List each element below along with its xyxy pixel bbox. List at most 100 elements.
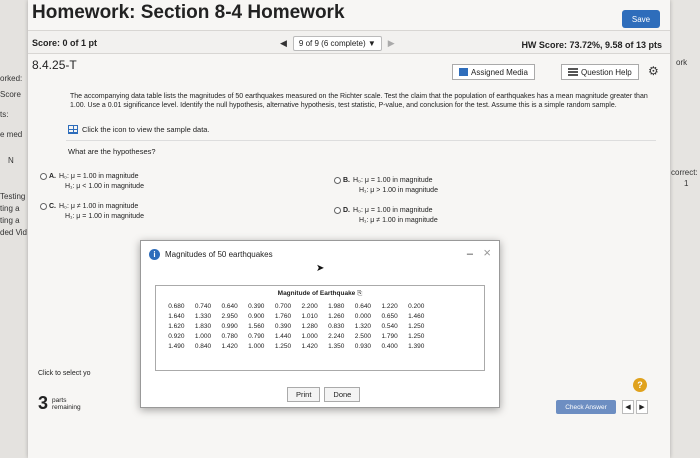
table-cell: 1.250	[274, 342, 292, 350]
question-select[interactable]: 9 of 9 (6 complete) ▼	[292, 36, 382, 51]
table-cell: 0.920	[168, 332, 185, 340]
table-cell: 1.250	[408, 332, 425, 340]
radio-d[interactable]	[334, 206, 341, 214]
table-cell: 1.390	[408, 342, 425, 350]
print-button[interactable]: Print	[287, 387, 321, 402]
option-b[interactable]: B. H₀: μ = 1.00 in magnitude H₁: μ > 1.00…	[334, 176, 438, 196]
table-cell: 0.930	[354, 342, 372, 350]
sample-data-dialog: i Magnitudes of 50 earthquakes ➤ – × Mag…	[140, 240, 500, 408]
hw-score: HW Score: 73.72%, 9.58 of 13 pts	[521, 40, 662, 50]
table-cell: 0.830	[328, 322, 345, 330]
question-navigator: ◀ 9 of 9 (6 complete) ▼ ▶	[280, 36, 395, 51]
done-button[interactable]: Done	[324, 387, 361, 402]
score-bar: Score: 0 of 1 pt ◀ 9 of 9 (6 complete) ▼…	[28, 30, 670, 54]
option-letter: D.	[343, 207, 350, 214]
info-icon: i	[149, 249, 160, 260]
prev-arrow-icon[interactable]: ◀	[622, 400, 634, 414]
bg-text: Score	[0, 90, 21, 99]
dropdown-icon: ▼	[367, 39, 376, 48]
radio-c[interactable]	[40, 202, 47, 210]
table-cell: 2.200	[301, 302, 318, 310]
question-prompt: The accompanying data table lists the ma…	[70, 93, 648, 109]
table-cell: 0.840	[194, 342, 212, 350]
question-toolbar: 8.4.25-T Assigned Media Question Help ⚙	[28, 54, 670, 88]
table-cell: 0.990	[221, 322, 238, 330]
table-cell: 0.200	[408, 302, 425, 310]
question-position: 9 of 9 (6 complete)	[298, 39, 366, 48]
option-h1: H₁: μ = 1.00 in magnitude	[65, 213, 144, 220]
option-h1: H₁: μ ≠ 1.00 in magnitude	[359, 217, 438, 224]
bg-text: ting a	[0, 216, 20, 225]
table-cell: 1.980	[328, 302, 345, 310]
bg-text: e med	[0, 130, 23, 139]
data-table-title: Magnitude of Earthquake ⎘	[156, 290, 484, 298]
table-cell: 1.260	[328, 312, 345, 320]
option-letter: B.	[343, 177, 350, 184]
radio-b[interactable]	[334, 176, 341, 184]
next-arrow-icon[interactable]: ▶	[388, 38, 395, 49]
dialog-title: Magnitudes of 50 earthquakes	[165, 250, 273, 259]
copy-icon[interactable]: ⎘	[357, 290, 362, 297]
table-cell: 1.560	[248, 322, 265, 330]
option-letter: C.	[49, 203, 56, 210]
click-select-hint: Click to select yo	[38, 370, 91, 377]
table-cell: 1.490	[168, 342, 185, 350]
parts-remaining: 3 parts remaining	[38, 393, 81, 414]
dialog-header: i Magnitudes of 50 earthquakes	[149, 249, 273, 260]
check-answer-button[interactable]: Check Answer	[556, 400, 616, 414]
question-id: 8.4.25-T	[32, 58, 77, 72]
table-cell: 1.000	[194, 332, 212, 340]
bg-text: Testing	[0, 192, 26, 201]
table-cell: 1.010	[301, 312, 318, 320]
table-cell: 0.400	[381, 342, 398, 350]
cursor-icon: ➤	[316, 263, 325, 274]
page-title: Homework: Section 8-4 Homework	[32, 2, 345, 23]
pager: ◀ ▶	[622, 400, 648, 414]
sample-data-link[interactable]: Click the icon to view the sample data.	[68, 125, 210, 134]
option-d[interactable]: D. H₀: μ = 1.00 in magnitude H₁: μ ≠ 1.00…	[334, 206, 438, 226]
bg-text: 1	[684, 179, 689, 188]
option-a[interactable]: A. H₀: μ = 1.00 in magnitude H₁: μ < 1.00…	[40, 172, 144, 192]
option-h0: H₀: μ = 1.00 in magnitude	[59, 173, 139, 180]
table-cell: 1.000	[248, 342, 265, 350]
prev-arrow-icon[interactable]: ◀	[280, 38, 287, 49]
table-cell: 1.220	[381, 302, 398, 310]
question-text: What are the hypotheses?	[68, 147, 156, 156]
parts-label-2: remaining	[52, 403, 81, 411]
radio-a[interactable]	[40, 172, 47, 180]
assigned-media-button[interactable]: Assigned Media	[452, 64, 535, 80]
table-row: 0.920 1.000 0.780 0.790 1.440 1.000 2.240 2.500…	[163, 331, 430, 341]
table-cell: 1.250	[408, 322, 425, 330]
table-cell: 0.700	[274, 302, 292, 310]
table-cell: 2.500	[354, 332, 372, 340]
option-letter: A.	[49, 173, 56, 180]
divider	[66, 140, 656, 141]
help-icon[interactable]: ?	[633, 378, 647, 392]
table-cell: 0.680	[168, 302, 185, 310]
grid-icon[interactable]	[68, 125, 78, 134]
minimize-icon[interactable]: –	[467, 248, 473, 260]
table-cell: 1.830	[194, 322, 212, 330]
option-c[interactable]: C. H₀: μ ≠ 1.00 in magnitude H₁: μ = 1.00…	[40, 202, 144, 222]
table-row: 0.680 0.740 0.640 0.390 0.700 2.200 1.980 0.640…	[163, 301, 430, 311]
data-table-box: Magnitude of Earthquake ⎘ 0.680 0.740 0.64…	[155, 285, 485, 371]
table-cell: 0.900	[248, 312, 265, 320]
table-cell: 1.280	[301, 322, 318, 330]
table-cell: 0.650	[381, 312, 398, 320]
table-cell: 1.000	[301, 332, 318, 340]
table-cell: 1.460	[408, 312, 425, 320]
table-cell: 2.950	[221, 312, 238, 320]
gear-icon[interactable]: ⚙	[648, 64, 659, 78]
list-icon	[568, 68, 578, 76]
bg-text: ded Vid	[0, 228, 27, 237]
table-cell: 0.780	[221, 332, 238, 340]
table-cell: 1.790	[381, 332, 398, 340]
next-arrow-icon[interactable]: ▶	[636, 400, 648, 414]
close-icon[interactable]: ×	[483, 245, 491, 260]
table-cell: 1.420	[221, 342, 238, 350]
save-button[interactable]: Save	[622, 10, 660, 28]
table-cell: 0.790	[248, 332, 265, 340]
question-help-button[interactable]: Question Help	[561, 64, 639, 80]
table-cell: 1.640	[168, 312, 185, 320]
magnitude-table: 0.680 0.740 0.640 0.390 0.700 2.200 1.980 0.640…	[163, 301, 430, 351]
